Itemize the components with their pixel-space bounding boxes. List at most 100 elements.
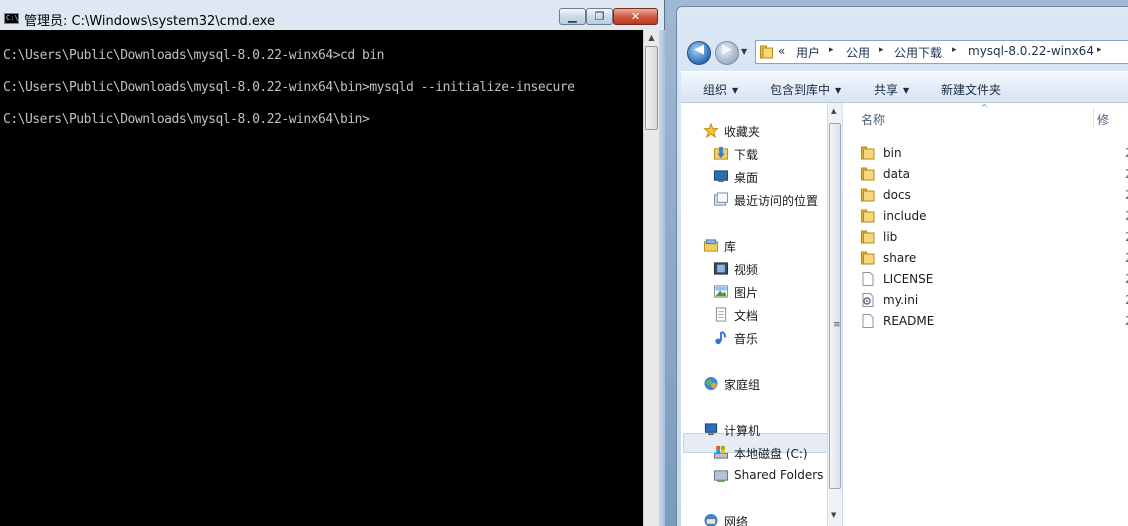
breadcrumb-separator-icon[interactable]: ▸	[952, 45, 957, 55]
file-row[interactable]: my.ini 2	[843, 290, 1128, 311]
chevron-down-icon: ▼	[835, 86, 842, 95]
explorer-window: ◀ ▶ ▼ « 用户 ▸ 公用 ▸ 公用下载 ▸ mysql-8.0.22-wi…	[676, 6, 1128, 526]
chevron-down-icon: ▼	[732, 86, 739, 95]
folder-icon	[861, 251, 875, 265]
breadcrumb-public[interactable]: 公用	[846, 44, 870, 61]
organize-label: 组织	[703, 83, 728, 97]
file-name: my.ini	[883, 293, 919, 307]
desktop: C:\ 管理员: C:\Windows\system32\cmd.exe ▁ ❐…	[0, 0, 1128, 526]
navigation-pane-scrollbar[interactable]: ▲ ≡ ▼	[827, 103, 842, 526]
console-line: C:\Users\Public\Downloads\mysql-8.0.22-w…	[3, 48, 385, 63]
folder-icon	[861, 209, 875, 223]
scrollbar-grip-icon: ≡	[833, 320, 841, 330]
local-disk-icon	[713, 445, 729, 459]
sort-ascending-icon: ^	[981, 103, 988, 112]
organize-button[interactable]: 组织 ▼	[703, 81, 738, 98]
console-line: C:\Users\Public\Downloads\mysql-8.0.22-w…	[3, 80, 575, 95]
file-row[interactable]: bin 2	[843, 143, 1128, 164]
file-row[interactable]: lib 2	[843, 227, 1128, 248]
file-row[interactable]: data 2	[843, 164, 1128, 185]
new-folder-label: 新建文件夹	[941, 83, 1002, 97]
music-icon	[715, 331, 726, 345]
file-icon	[862, 272, 874, 286]
column-header-name[interactable]: 名称	[861, 111, 885, 128]
homegroup-icon	[704, 376, 718, 391]
nav-label: 本地磁盘 (C:)	[734, 447, 808, 461]
file-name: LICENSE	[883, 272, 934, 286]
file-row[interactable]: README 2	[843, 311, 1128, 332]
downloads-folder-icon	[713, 146, 729, 160]
file-name: docs	[883, 188, 911, 202]
navigation-pane: 收藏夹 下载 桌面 最近访问的位置 库 视频 图片 文档 音乐 家庭组 计算机 …	[681, 103, 831, 526]
nav-label: Shared Folders	[734, 468, 824, 482]
breadcrumb-public-downloads[interactable]: 公用下载	[894, 44, 942, 61]
folder-icon	[861, 188, 875, 202]
scrollbar-thumb[interactable]	[645, 46, 658, 130]
maximize-button[interactable]: ❐	[586, 8, 613, 25]
nav-label: 视频	[734, 263, 759, 277]
network-icon	[704, 513, 718, 526]
nav-label: 计算机	[724, 424, 761, 438]
include-in-library-button[interactable]: 包含到库中 ▼	[770, 81, 841, 98]
nav-label: 下载	[734, 148, 759, 162]
minimize-button[interactable]: ▁	[559, 8, 586, 25]
nav-label: 库	[724, 240, 737, 254]
scroll-up-arrow-icon[interactable]: ▲	[831, 107, 836, 115]
breadcrumb-overflow[interactable]: «	[778, 44, 785, 58]
nav-label: 文档	[734, 309, 759, 323]
nav-label: 收藏夹	[724, 125, 761, 139]
nav-label: 家庭组	[724, 378, 761, 392]
cmd-window-title: 管理员: C:\Windows\system32\cmd.exe	[24, 14, 275, 29]
breadcrumb-separator-icon[interactable]: ▸	[829, 45, 834, 55]
console-line: C:\Users\Public\Downloads\mysql-8.0.22-w…	[3, 112, 370, 127]
cmd-titlebar[interactable]: C:\ 管理员: C:\Windows\system32\cmd.exe ▁ ❐…	[0, 6, 665, 30]
file-name: lib	[883, 230, 898, 244]
chevron-down-icon: ▼	[903, 86, 910, 95]
breadcrumb-mysql-folder[interactable]: mysql-8.0.22-winx64	[968, 44, 1094, 58]
breadcrumb-users[interactable]: 用户	[796, 44, 820, 61]
folder-icon	[760, 45, 773, 59]
file-name: data	[883, 167, 911, 181]
scroll-up-arrow-icon[interactable]: ▲	[644, 30, 659, 46]
scroll-down-arrow-icon[interactable]: ▼	[831, 511, 836, 519]
file-row[interactable]: LICENSE 2	[843, 269, 1128, 290]
file-row[interactable]: docs 2	[843, 185, 1128, 206]
recent-places-icon	[713, 192, 729, 206]
libraries-icon	[703, 239, 719, 252]
shared-folders-icon	[713, 470, 729, 483]
share-button[interactable]: 共享 ▼	[874, 81, 909, 98]
cmd-app-icon[interactable]: C:\	[4, 13, 19, 24]
folder-icon	[861, 230, 875, 244]
breadcrumb-separator-icon[interactable]: ▸	[879, 45, 884, 55]
nav-label: 网络	[724, 515, 749, 526]
file-row[interactable]: include 2	[843, 206, 1128, 227]
file-list: ^ 名称 修 bin 2 data 2 docs 2 include	[843, 103, 1128, 526]
pictures-icon	[713, 285, 729, 298]
nav-label: 音乐	[734, 332, 759, 346]
column-divider[interactable]	[1093, 107, 1094, 127]
file-icon	[862, 314, 874, 328]
address-bar[interactable]: « 用户 ▸ 公用 ▸ 公用下载 ▸ mysql-8.0.22-winx64 ▸	[755, 40, 1128, 64]
videos-icon	[713, 262, 729, 275]
console-output[interactable]: C:\Users\Public\Downloads\mysql-8.0.22-w…	[0, 30, 643, 526]
new-folder-button[interactable]: 新建文件夹	[941, 81, 1001, 98]
back-button[interactable]: ◀	[687, 41, 711, 65]
scrollbar-thumb[interactable]: ≡	[829, 123, 841, 489]
file-name: share	[883, 251, 917, 265]
forward-button[interactable]: ▶	[715, 41, 739, 65]
file-row[interactable]: share 2	[843, 248, 1128, 269]
column-header-date-modified[interactable]: 修	[1097, 111, 1109, 128]
star-icon	[703, 123, 719, 138]
cmd-vertical-scrollbar[interactable]: ▲	[643, 30, 659, 526]
breadcrumb-separator-icon[interactable]: ▸	[1097, 45, 1102, 55]
computer-icon	[704, 423, 718, 436]
close-button[interactable]: ✕	[613, 8, 658, 25]
config-file-icon	[862, 293, 874, 307]
desktop-icon	[713, 170, 729, 183]
nav-label: 最近访问的位置	[734, 194, 819, 208]
file-name: README	[883, 314, 935, 328]
folder-icon	[861, 167, 875, 181]
file-name: include	[883, 209, 927, 223]
documents-icon	[715, 307, 727, 322]
recent-pages-dropdown-icon[interactable]: ▼	[741, 47, 747, 56]
